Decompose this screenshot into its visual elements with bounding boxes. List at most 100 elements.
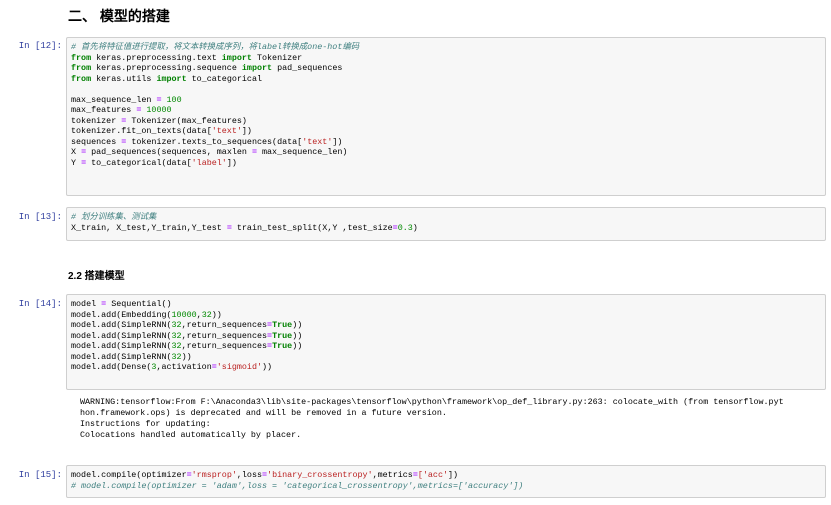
- code-token: ['acc': [417, 470, 448, 480]
- code-token: ]): [448, 470, 459, 480]
- code-line: model.add(SimpleRNN(32)): [71, 352, 192, 362]
- code-line: model.add(SimpleRNN(32,return_sequences=…: [71, 331, 302, 341]
- code-line: model.compile(optimizer='rmsprop',loss='…: [71, 470, 458, 480]
- cell-output-stderr: WARNING:tensorflow:From F:\Anaconda3\lib…: [80, 397, 784, 440]
- code-token: Tokenizer: [251, 52, 303, 63]
- code-token: ]): [241, 126, 252, 136]
- code-line: model.add(SimpleRNN(32,return_sequences=…: [71, 341, 302, 351]
- code-token: import: [221, 52, 252, 63]
- code-token: 32: [171, 320, 182, 330]
- code-line: max_sequence_len = 100: [71, 95, 182, 105]
- code-token: ,activation: [156, 362, 212, 372]
- cell-prompt: In [15]:: [18, 470, 62, 480]
- code-cell[interactable]: model.compile(optimizer='rmsprop',loss='…: [66, 465, 826, 498]
- code-token: 'rmsprop': [191, 470, 237, 480]
- code-cell[interactable]: # 划分训练集、测试集 X_train, X_test,Y_train,Y_te…: [66, 207, 826, 241]
- code-editor[interactable]: # 首先将特征值进行提取，将文本转换成序列，将label转换成one-hot编码…: [67, 38, 825, 171]
- code-line: # 划分训练集、测试集: [71, 212, 156, 222]
- code-token: model.add(SimpleRNN(: [71, 320, 172, 330]
- code-token: pad_sequences: [272, 63, 343, 73]
- code-token: model.add(SimpleRNN(: [71, 341, 172, 351]
- code-token: tokenizer.fit_on_texts(data[: [71, 126, 212, 136]
- section-heading: 二、 模型的搭建: [68, 8, 170, 24]
- code-token: X: [71, 147, 82, 157]
- subsection-heading: 2.2 搭建模型: [68, 271, 125, 282]
- code-token: from: [71, 52, 92, 63]
- code-line: from keras.utils import to_categorical: [71, 74, 262, 84]
- code-line: X = pad_sequences(sequences, maxlen = ma…: [71, 147, 347, 157]
- code-token: X_train, X_test,Y_train,Y_test: [71, 222, 227, 233]
- code-token: from: [71, 63, 92, 73]
- code-token: tokenizer.texts_to_sequences(data[: [126, 136, 303, 147]
- code-token: pad_sequences(sequences, maxlen: [86, 147, 252, 157]
- code-line: from keras.preprocessing.sequence import…: [71, 63, 342, 73]
- code-token: Y: [71, 157, 82, 168]
- code-token: model.compile(optimizer: [71, 470, 187, 480]
- code-line: X_train, X_test,Y_train,Y_test = train_t…: [71, 223, 418, 233]
- code-token: ,metrics: [372, 470, 413, 480]
- code-token: model.add(SimpleRNN(: [71, 351, 172, 362]
- code-token: model.add(SimpleRNN(: [71, 330, 172, 341]
- code-token: ,loss: [236, 470, 263, 480]
- code-token: Sequential(): [106, 299, 172, 309]
- code-token: sequences: [71, 136, 122, 147]
- code-line: from keras.preprocessing.text import Tok…: [71, 53, 302, 63]
- code-token: 10000: [146, 105, 172, 115]
- code-line: max_features = 10000: [71, 105, 172, 115]
- code-token: 100: [166, 94, 182, 105]
- code-token: # 首先将特征值进行提取，将文本转换成序列，将label转换成one-hot编码: [71, 42, 360, 52]
- code-token: ): [412, 222, 418, 233]
- code-token: from: [71, 73, 92, 84]
- code-cell[interactable]: model = Sequential() model.add(Embedding…: [66, 294, 826, 390]
- code-token: Tokenizer(max_features): [126, 115, 247, 126]
- code-token: 'sigmoid': [216, 362, 263, 372]
- code-token: 10000: [171, 309, 197, 320]
- code-token: 'binary_crossentropy': [267, 470, 373, 480]
- code-editor[interactable]: # 划分训练集、测试集 X_train, X_test,Y_train,Y_te…: [67, 208, 825, 236]
- code-token: ,return_sequences: [181, 320, 268, 330]
- code-token: 'label': [191, 157, 227, 168]
- code-token: 32: [201, 309, 212, 320]
- code-token: True: [272, 320, 293, 330]
- code-token: keras.preprocessing.text: [91, 52, 222, 63]
- code-token: import: [156, 73, 187, 84]
- code-line: model.add(Dense(3,activation='sigmoid')): [71, 362, 272, 372]
- code-editor[interactable]: model.compile(optimizer='rmsprop',loss='…: [67, 466, 825, 494]
- code-token: 'text': [302, 136, 333, 147]
- code-token: keras.preprocessing.sequence: [91, 63, 242, 73]
- code-line: tokenizer.fit_on_texts(data['text']): [71, 126, 252, 136]
- code-token: train_test_split(X,Y ,test_size: [231, 222, 393, 233]
- code-token: model: [71, 299, 102, 309]
- code-token: model.add(Embedding(: [71, 309, 172, 320]
- code-token: )): [181, 351, 192, 362]
- code-line: model = Sequential(): [71, 299, 172, 309]
- code-token: )): [262, 362, 273, 372]
- code-token: max_features: [71, 105, 137, 115]
- code-token: max_sequence_len: [71, 94, 157, 105]
- code-token: )): [292, 341, 303, 351]
- code-token: ,return_sequences: [181, 341, 268, 351]
- code-cell[interactable]: # 首先将特征值进行提取，将文本转换成序列，将label转换成one-hot编码…: [66, 37, 826, 196]
- code-token: 0.3: [397, 222, 413, 233]
- code-token: ,return_sequences: [181, 330, 268, 341]
- code-token: to_categorical(data[: [86, 157, 192, 168]
- cell-prompt: In [13]:: [18, 212, 62, 222]
- code-token: keras.utils: [91, 73, 157, 84]
- cell-prompt: In [12]:: [18, 41, 62, 51]
- cell-prompt: In [14]:: [18, 299, 62, 309]
- code-line: # model.compile(optimizer = 'adam',loss …: [71, 481, 523, 491]
- code-token: 'text': [211, 126, 242, 136]
- code-token: # model.compile(optimizer = 'adam',loss …: [71, 480, 524, 491]
- code-token: # 划分训练集、测试集: [71, 212, 157, 222]
- code-token: tokenizer: [71, 115, 122, 126]
- code-editor[interactable]: model = Sequential() model.add(Embedding…: [67, 295, 825, 376]
- code-token: 32: [171, 341, 182, 351]
- code-token: ]): [226, 157, 237, 168]
- code-line: model.add(SimpleRNN(32,return_sequences=…: [71, 320, 302, 330]
- code-token: import: [241, 63, 273, 73]
- code-line: sequences = tokenizer.texts_to_sequences…: [71, 137, 342, 147]
- code-token: 32: [171, 351, 182, 362]
- code-line: # 首先将特征值进行提取，将文本转换成序列，将label转换成one-hot编码: [71, 42, 359, 52]
- code-line: tokenizer = Tokenizer(max_features): [71, 116, 247, 126]
- code-token: max_sequence_len): [256, 147, 348, 157]
